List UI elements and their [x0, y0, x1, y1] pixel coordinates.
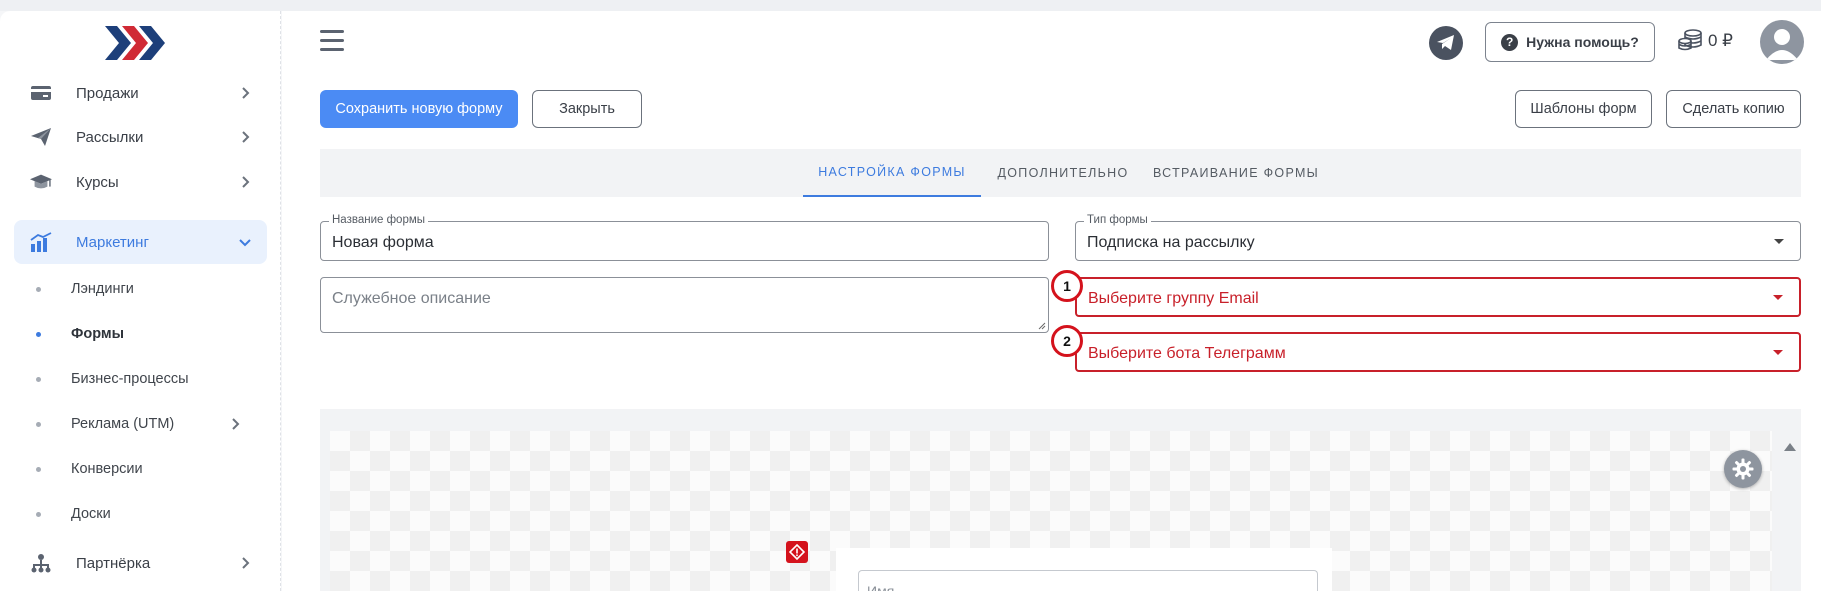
help-button-label: Нужна помощь? — [1526, 34, 1639, 50]
form-name-value: Новая форма — [332, 234, 434, 251]
tab-additional[interactable]: ДОПОЛНИТЕЛЬНО — [988, 149, 1138, 197]
sidebar-subitem-label: Формы — [71, 326, 125, 342]
chevron-right-icon — [237, 129, 253, 145]
annotation-badge-2: 2 — [1051, 325, 1083, 357]
credit-card-icon — [30, 82, 52, 104]
sidebar-item-label: Партнёрка — [76, 554, 151, 572]
coins-icon — [1678, 29, 1702, 51]
balance[interactable]: 0 ₽ — [1678, 29, 1733, 53]
sidebar-subitem-label: Лэндинги — [71, 281, 134, 297]
bullet-icon — [36, 421, 41, 427]
avatar[interactable] — [1760, 20, 1804, 64]
telegram-bot-select[interactable]: Выберите бота Телеграмм — [1075, 332, 1801, 372]
tab-embed-form[interactable]: ВСТРАИВАНИЕ ФОРМЫ — [1146, 149, 1326, 197]
chevron-right-icon — [237, 174, 253, 190]
tab-form-settings[interactable]: НАСТРОЙКА ФОРМЫ — [803, 149, 981, 197]
bullet-icon — [36, 286, 41, 292]
close-button-label: Закрыть — [559, 101, 615, 117]
scroll-up-arrow-icon[interactable] — [1784, 443, 1796, 451]
annotation-badge-1: 1 — [1051, 270, 1083, 302]
form-templates-button[interactable]: Шаблоны форм — [1515, 90, 1652, 128]
caret-down-icon — [1773, 350, 1783, 355]
sidebar-subitem-label: Реклама (UTM) — [71, 416, 175, 432]
app-root: Продажи Рассылки Курсы Маркетинг Лэндинг… — [0, 0, 1821, 591]
sidebar-subitem-label: Доски — [71, 506, 111, 522]
service-description-textarea[interactable]: Служебное описание — [320, 277, 1049, 333]
form-type-select[interactable]: Тип формы Подписка на рассылку — [1075, 214, 1801, 261]
balance-value: 0 ₽ — [1708, 31, 1733, 50]
sidebar-subitem-landings[interactable]: Лэндинги — [36, 274, 267, 304]
tab-label: ВСТРАИВАНИЕ ФОРМЫ — [1152, 166, 1320, 180]
preview-form-card: Имя — [836, 548, 1332, 591]
form-type-legend: Тип формы — [1084, 214, 1151, 226]
sidebar-item-label: Продажи — [76, 84, 139, 102]
form-preview-area: Имя — [320, 409, 1801, 591]
sidebar-item-label: Курсы — [76, 173, 119, 191]
form-templates-button-label: Шаблоны форм — [1530, 101, 1637, 117]
preview-name-input[interactable]: Имя — [858, 570, 1318, 591]
graduation-cap-icon — [30, 171, 52, 193]
sitemap-icon — [30, 552, 52, 574]
sidebar-subitem-business-processes[interactable]: Бизнес-процессы — [36, 364, 267, 394]
caret-down-icon — [1774, 239, 1784, 244]
bullet-icon — [36, 466, 41, 472]
top-strip — [0, 0, 1821, 11]
form-name-legend: Название формы — [329, 214, 429, 226]
sidebar-subitem-forms[interactable]: Формы — [36, 319, 267, 349]
warning-icon[interactable] — [786, 541, 808, 563]
tab-label: НАСТРОЙКА ФОРМЫ — [818, 165, 966, 179]
paper-plane-icon — [30, 126, 52, 148]
make-copy-button[interactable]: Сделать копию — [1666, 90, 1801, 128]
email-group-select[interactable]: Выберите группу Email — [1075, 277, 1801, 317]
user-icon — [1766, 29, 1798, 60]
question-icon: ? — [1501, 33, 1519, 51]
form-name-field[interactable]: Название формы Новая форма — [320, 214, 1049, 261]
tab-label: ДОПОЛНИТЕЛЬНО — [997, 166, 1129, 180]
chevron-right-icon — [237, 85, 253, 101]
telegram-icon[interactable] — [1429, 26, 1463, 60]
service-description-placeholder: Служебное описание — [332, 290, 491, 307]
caret-down-icon — [1773, 295, 1783, 300]
annotation-badge-label: 2 — [1063, 333, 1071, 349]
help-button[interactable]: ? Нужна помощь? — [1485, 22, 1655, 62]
bullet-icon — [36, 376, 41, 382]
gear-icon[interactable] — [1724, 450, 1762, 488]
chevron-down-icon — [237, 234, 253, 250]
sidebar-subitem-label: Бизнес-процессы — [71, 371, 189, 387]
sidebar-item-label: Рассылки — [76, 128, 144, 146]
sidebar-item-sales[interactable]: Продажи — [14, 71, 267, 115]
sidebar-item-label: Маркетинг — [76, 233, 149, 251]
preview-name-placeholder: Имя — [867, 583, 895, 591]
form-type-value: Подписка на рассылку — [1087, 234, 1255, 251]
sidebar-subitem-ads-utm[interactable]: Реклама (UTM) — [36, 409, 267, 439]
brand-logo-icon[interactable] — [105, 23, 167, 63]
menu-toggle-icon[interactable] — [320, 30, 344, 52]
chevron-right-icon — [227, 416, 243, 432]
close-button[interactable]: Закрыть — [532, 90, 642, 128]
sidebar-item-mailings[interactable]: Рассылки — [14, 115, 267, 159]
bullet-icon — [36, 331, 41, 337]
save-form-button[interactable]: Сохранить новую форму — [320, 90, 518, 128]
sidebar-item-marketing[interactable]: Маркетинг — [14, 220, 267, 264]
sidebar-subitem-conversions[interactable]: Конверсии — [36, 454, 267, 484]
email-group-placeholder: Выберите группу Email — [1088, 290, 1259, 307]
sidebar-subitem-label: Конверсии — [71, 461, 143, 477]
main-content: ? Нужна помощь? 0 ₽ Сохранить новую форм… — [282, 11, 1821, 591]
resize-handle-icon[interactable] — [1038, 322, 1046, 330]
chart-bar-icon — [30, 231, 52, 253]
tabs-bar: НАСТРОЙКА ФОРМЫ ДОПОЛНИТЕЛЬНО ВСТРАИВАНИ… — [320, 149, 1801, 197]
bullet-icon — [36, 511, 41, 517]
make-copy-button-label: Сделать копию — [1682, 101, 1785, 117]
sidebar: Продажи Рассылки Курсы Маркетинг Лэндинг… — [0, 11, 281, 591]
annotation-badge-label: 1 — [1063, 278, 1071, 294]
chevron-right-icon — [237, 555, 253, 571]
sidebar-item-courses[interactable]: Курсы — [14, 160, 267, 204]
sidebar-item-partners[interactable]: Партнёрка — [14, 541, 267, 585]
save-form-button-label: Сохранить новую форму — [335, 101, 503, 117]
preview-checker-background: Имя — [330, 431, 1772, 591]
sidebar-subitem-boards[interactable]: Доски — [36, 499, 267, 529]
telegram-bot-placeholder: Выберите бота Телеграмм — [1088, 345, 1286, 362]
